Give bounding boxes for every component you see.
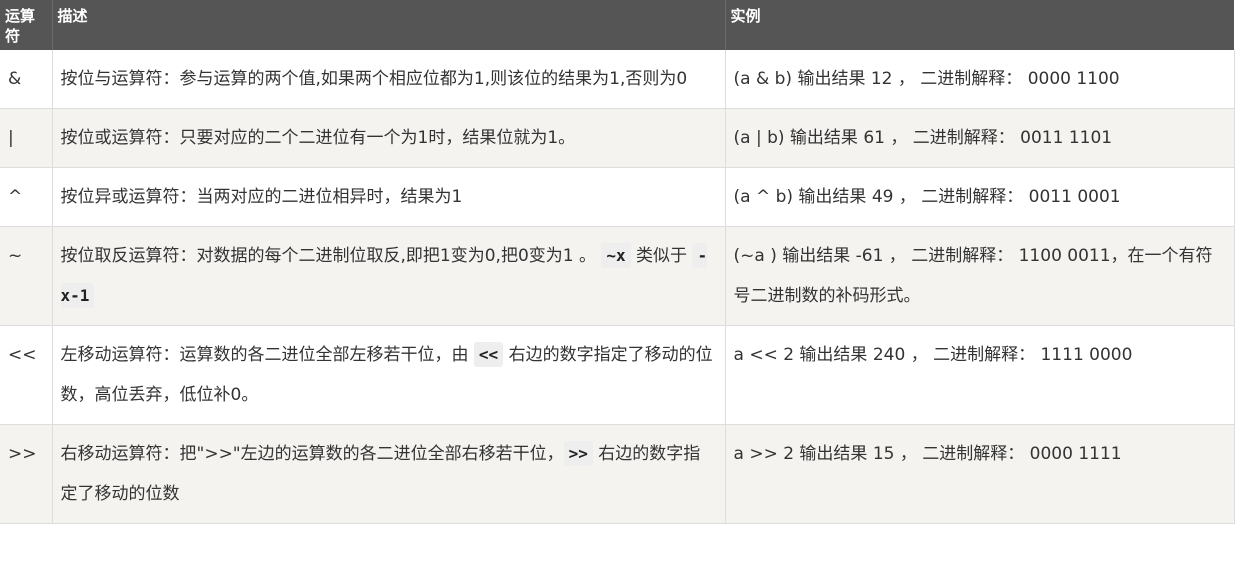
header-description: 描述 — [52, 0, 726, 50]
description-cell: 按位与运算符：参与运算的两个值,如果两个相应位都为1,则该位的结果为1,否则为0 — [52, 50, 726, 109]
description-cell: 右移动运算符：把">>"左边的运算数的各二进位全部右移若干位， >> 右边的数字指… — [52, 424, 726, 524]
inline-code: >> — [563, 441, 593, 466]
table-row: << 左移动运算符：运算数的各二进位全部左移若干位，由 << 右边的数字指定了移… — [0, 325, 1235, 425]
description-cell: 按位异或运算符：当两对应的二进位相异时，结果为1 — [52, 167, 726, 227]
operator-cell: & — [0, 50, 53, 109]
description-cell: 按位或运算符：只要对应的二个二进位有一个为1时，结果位就为1。 — [52, 108, 726, 168]
header-example: 实例 — [725, 0, 1234, 50]
description-text: 类似于 — [630, 246, 693, 266]
header-row: 运算符 描述 实例 — [0, 0, 1234, 50]
example-cell: (a | b) 输出结果 61 ， 二进制解释： 0011 1101 — [725, 108, 1235, 168]
description-cell: 左移动运算符：运算数的各二进位全部左移若干位，由 << 右边的数字指定了移动的位… — [52, 325, 726, 425]
operator-cell: ~ — [0, 226, 53, 326]
example-cell: (a & b) 输出结果 12 ， 二进制解释： 0000 1100 — [725, 50, 1235, 109]
operator-cell: | — [0, 108, 53, 168]
table-row: ~ 按位取反运算符：对数据的每个二进制位取反,即把1变为0,把0变为1 。 ~x… — [0, 226, 1235, 326]
example-cell: a << 2 输出结果 240 ， 二进制解释： 1111 0000 — [725, 325, 1235, 425]
operator-cell: ^ — [0, 167, 53, 227]
header-operator: 运算符 — [0, 0, 53, 50]
operator-cell: << — [0, 325, 53, 425]
description-text: 左移动运算符：运算数的各二进位全部左移若干位，由 — [60, 345, 474, 365]
description-text: 按位取反运算符：对数据的每个二进制位取反,即把1变为0,把0变为1 。 — [60, 246, 596, 266]
table-row: | 按位或运算符：只要对应的二个二进位有一个为1时，结果位就为1。 (a | b… — [0, 108, 1235, 168]
table-row: ^ 按位异或运算符：当两对应的二进位相异时，结果为1 (a ^ b) 输出结果 … — [0, 167, 1235, 227]
example-cell: (~a ) 输出结果 -61 ， 二进制解释： 1100 0011，在一个有符号… — [725, 226, 1235, 326]
table-row: >> 右移动运算符：把">>"左边的运算数的各二进位全部右移若干位， >> 右边的… — [0, 424, 1235, 524]
description-text: 右移动运算符：把">>"左边的运算数的各二进位全部右移若干位， — [60, 444, 564, 464]
example-cell: (a ^ b) 输出结果 49 ， 二进制解释： 0011 0001 — [725, 167, 1235, 227]
operator-cell: >> — [0, 424, 53, 524]
operators-table: 运算符 描述 实例 & 按位与运算符：参与运算的两个值,如果两个相应位都为1,则… — [0, 0, 1235, 524]
inline-code: ~x — [601, 243, 631, 268]
example-cell: a >> 2 输出结果 15 ， 二进制解释： 0000 1111 — [725, 424, 1235, 524]
description-cell: 按位取反运算符：对数据的每个二进制位取反,即把1变为0,把0变为1 。 ~x 类… — [52, 226, 726, 326]
inline-code: << — [473, 342, 504, 367]
table-row: & 按位与运算符：参与运算的两个值,如果两个相应位都为1,则该位的结果为1,否则… — [0, 50, 1235, 109]
